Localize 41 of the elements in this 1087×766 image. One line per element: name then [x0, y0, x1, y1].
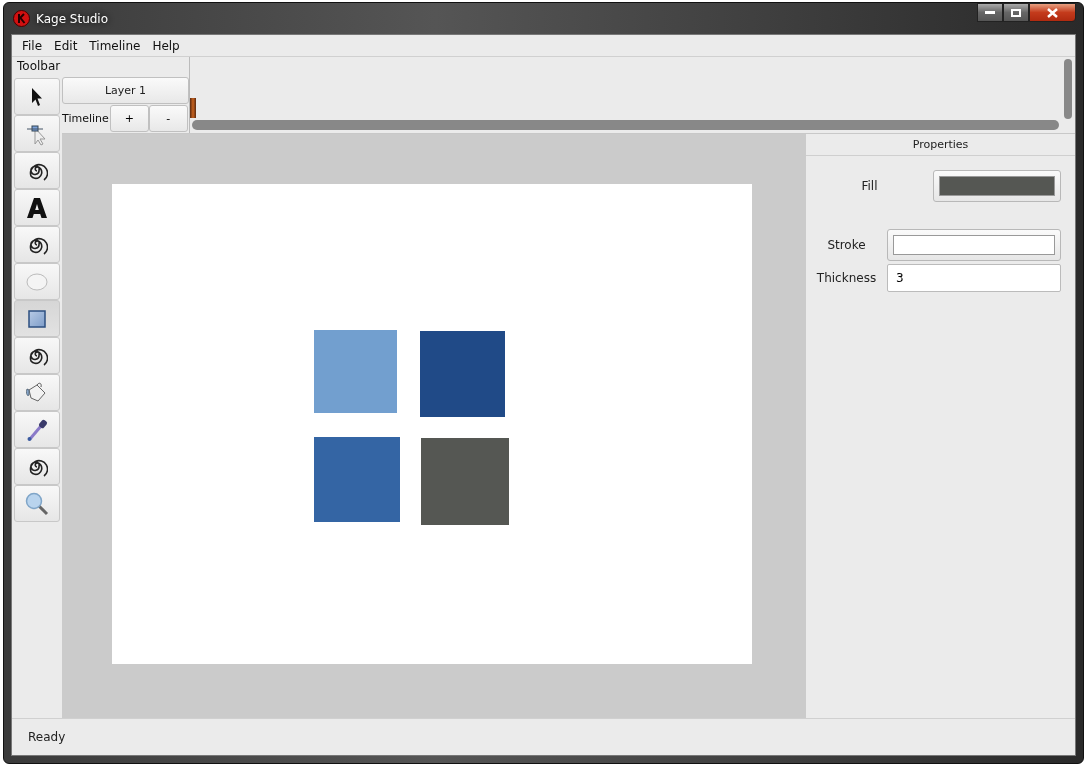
fill-color-button[interactable]: [933, 170, 1061, 202]
menu-item[interactable]: Timeline: [83, 38, 147, 53]
tool-button[interactable]: [14, 189, 60, 226]
keyframe-marker[interactable]: [190, 98, 196, 118]
tool-button[interactable]: [14, 448, 60, 485]
toolbar-label: Toolbar: [16, 58, 62, 75]
letter-a-icon: [26, 196, 48, 219]
arrow-pointer-icon: [31, 86, 43, 107]
fill-label: Fill: [860, 179, 879, 193]
maximize-icon: [1011, 8, 1021, 17]
add-layer-button[interactable]: +: [109, 105, 149, 132]
stroke-color-button[interactable]: [887, 229, 1061, 261]
tool-button[interactable]: [14, 226, 60, 263]
layer-button[interactable]: Layer 1: [62, 77, 189, 104]
remove-layer-button[interactable]: -: [148, 105, 188, 132]
window-title: Kage Studio: [36, 11, 109, 26]
thickness-field[interactable]: 3: [887, 264, 1061, 292]
rectangle-icon: [28, 309, 46, 328]
ellipse-icon: [26, 272, 48, 291]
menu-item[interactable]: Edit: [48, 38, 84, 53]
stroke-label: Stroke: [826, 238, 867, 252]
close-button[interactable]: [1029, 3, 1076, 22]
eyedropper-icon: [26, 417, 48, 442]
app-logo-icon: [13, 10, 30, 27]
thickness-label: Thickness: [815, 271, 878, 285]
tool-button[interactable]: [14, 411, 60, 448]
tool-button[interactable]: [14, 337, 60, 374]
minimize-button[interactable]: [977, 3, 1003, 22]
magnifier-icon: [25, 491, 49, 516]
menu-item[interactable]: Help: [146, 38, 186, 53]
status-text: Ready: [28, 730, 66, 744]
minimize-icon: [985, 10, 995, 15]
timeline-label: Timeline: [62, 112, 109, 125]
horizontal-scrollbar[interactable]: [192, 120, 1059, 130]
tool-button[interactable]: [14, 152, 60, 189]
menu-item[interactable]: File: [16, 38, 49, 53]
maximize-button[interactable]: [1003, 3, 1029, 22]
properties-title: Properties: [806, 134, 1075, 156]
close-icon: [1047, 7, 1058, 18]
vertical-scrollbar[interactable]: [1064, 59, 1072, 119]
tool-button[interactable]: [14, 78, 60, 115]
